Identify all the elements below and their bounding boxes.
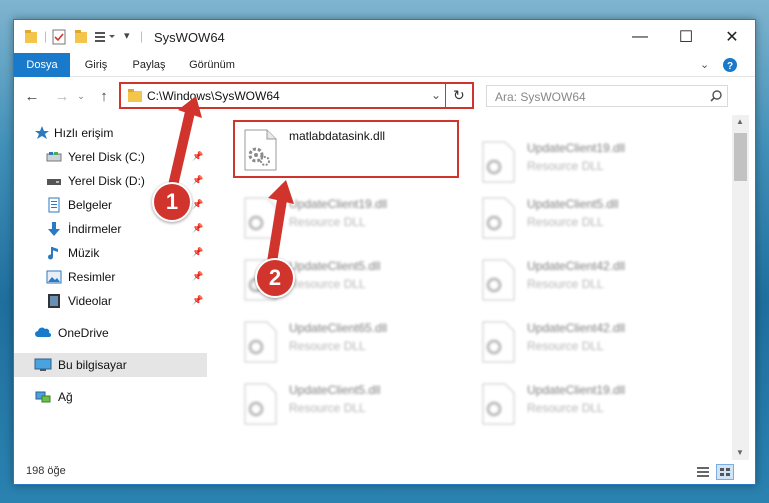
annotation-arrows — [167, 96, 294, 267]
callout-step-1: 1 — [152, 182, 192, 222]
callout-step-2: 2 — [255, 258, 295, 298]
